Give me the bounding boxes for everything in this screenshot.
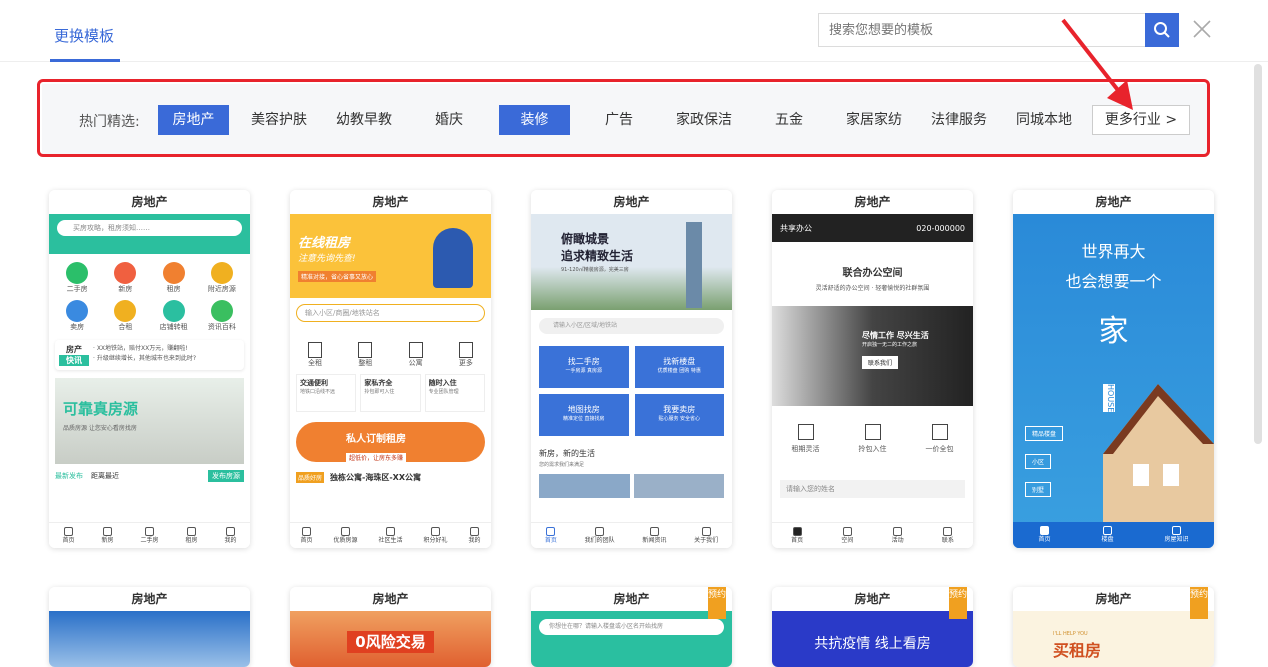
card-image: [49, 611, 250, 667]
icon-row: 全租 整租 公寓 更多: [290, 328, 491, 374]
card-search-bar: 请输入小区/区域/地铁站: [539, 318, 724, 334]
red-arrow-annotation: [1061, 18, 1133, 110]
card-title: 房地产: [290, 190, 491, 214]
card-banner: 在线租房 注意先询先查! 精准对接，省心省事又放心: [290, 214, 491, 298]
category-hardware[interactable]: 五金: [754, 105, 824, 135]
category-legal[interactable]: 法律服务: [924, 105, 994, 135]
card-nav: 首页 楼盘 房屋知识: [1013, 522, 1214, 548]
doc-icon: [210, 300, 233, 322]
template-card-1[interactable]: 房地产 买房攻略，租房须知…… 二手房 新房 租房 附近房源 卖房 合租 店铺转…: [49, 190, 250, 548]
card-image: I'LL HELP YOU 买租房: [1013, 611, 1214, 667]
office-image: 尽情工作 尽兴生活 开启独一无二的工作之旅 联系我们: [772, 306, 973, 406]
card-title: 房地产: [49, 190, 250, 214]
card-hero: 俯瞰城景 追求精致生活 91-120㎡精装房源，完美三房: [531, 214, 732, 310]
card-title: 房地产: [1013, 190, 1214, 214]
category-beauty[interactable]: 美容护肤: [244, 105, 314, 135]
card-nav: 首页 我们的团队 新闻资讯 关于我们: [531, 522, 732, 548]
photo-row: [531, 468, 732, 504]
card-header: 买房攻略，租房须知……: [49, 214, 250, 254]
card-title: 房地产: [1013, 587, 1214, 611]
template-card-7[interactable]: 房地产 0风险交易: [290, 587, 491, 667]
card-title: 房地产: [531, 587, 732, 611]
house-icon: [358, 342, 373, 358]
close-icon[interactable]: [1190, 17, 1214, 41]
rent-icon: [162, 262, 185, 284]
category-wedding[interactable]: 婚庆: [414, 105, 484, 135]
wallet-icon: [931, 424, 948, 440]
home-icon: [797, 424, 814, 440]
template-card-3[interactable]: 房地产 俯瞰城景 追求精致生活 91-120㎡精装房源，完美三房 请输入小区/区…: [531, 190, 732, 548]
section-title: 新房，新的生活: [539, 449, 595, 458]
house-icon: [66, 262, 89, 284]
tab-change-template[interactable]: 更换模板: [54, 25, 114, 46]
feature-row: 交通便利 地铁口沿线不远 家私齐全 拎包即可入住 随时入住 专业团队管理: [290, 374, 491, 412]
card-nav: 首页 空间 活动 联系: [772, 522, 973, 548]
card-title: 房地产: [772, 587, 973, 611]
template-card-10[interactable]: 房地产 预约 I'LL HELP YOU 买租房: [1013, 587, 1214, 667]
category-early-education[interactable]: 幼教早教: [329, 105, 399, 135]
category-decoration[interactable]: 装修: [499, 105, 570, 135]
card-search-bar: 买房攻略，租房须知……: [57, 220, 242, 236]
bottom-row: 最新发布 距离最近 发布房源: [49, 464, 250, 488]
promo-banner: 私人订制租房 超低价，让房东多赚: [296, 422, 485, 462]
card-title: 房地产: [49, 587, 250, 611]
card-hero: 世界再大 也会想要一个 家 HOUSE 精品楼盘 小区 别墅 首页 楼盘 房屋知识: [1013, 214, 1214, 548]
building-icon: [114, 262, 137, 284]
listing: 品质好房 独栋公寓-海珠区-XX公寓: [296, 472, 421, 483]
search-icon: [1154, 22, 1170, 38]
card-nav: 首页 新房 二手房 租房 我的: [49, 522, 250, 548]
share-icon: [114, 300, 137, 322]
template-card-2[interactable]: 房地产 在线租房 注意先询先查! 精准对接，省心省事又放心 输入小区/商圈/地铁…: [290, 190, 491, 548]
category-advertising[interactable]: 广告: [584, 105, 654, 135]
card-intro: 联合办公空间 灵活舒适的办公空间 · 轻奢愉悦的社群氛围: [815, 268, 930, 292]
template-card-4[interactable]: 房地产 共享办公 020-000000 联合办公空间 灵活舒适的办公空间 · 轻奢…: [772, 190, 973, 548]
banner-image: 可靠真房源 品质房源 让您安心看房找房: [55, 378, 244, 464]
building-icon: [308, 342, 323, 358]
template-card-6[interactable]: 房地产: [49, 587, 250, 667]
apartment-icon: [408, 342, 423, 358]
card-image: 你想住在哪？请输入楼盘或小区名开始找房: [531, 611, 732, 667]
card-nav: 首页 优质房源 社区生活 积分好礼 我的: [290, 522, 491, 548]
more-icon: [458, 342, 473, 358]
icon-grid: 二手房 新房 租房 附近房源 卖房 合租 店铺转租 资讯百科: [49, 254, 250, 340]
card-search-bar: 输入小区/商圈/地铁站名: [296, 304, 485, 322]
card-title: 房地产: [772, 190, 973, 214]
icon-row: 租期灵活 拎包入住 一价全包: [772, 406, 973, 462]
search-button[interactable]: [1145, 13, 1179, 47]
button-grid: 找二手房 一手房源 真房源 找新楼盘 优质楼盘 团购 特惠 地图找房 精准定位 直接找…: [531, 342, 732, 440]
template-card-5[interactable]: 房地产 世界再大 也会想要一个 家 HOUSE 精品楼盘 小区 别墅 首页 楼盘房…: [1013, 190, 1214, 548]
location-icon: [210, 262, 233, 284]
scrollbar[interactable]: [1254, 64, 1262, 444]
news-block: 房产 快讯 · XX地铁站，赔付XX万元，赚翻啦! · 升级继续增长，其他城市也来到…: [55, 340, 244, 370]
hot-picks-label: 热门精选:: [79, 114, 140, 130]
category-housekeeping[interactable]: 家政保洁: [669, 105, 739, 135]
card-title: 房地产: [290, 587, 491, 611]
category-real-estate[interactable]: 房地产: [158, 105, 229, 135]
shop-icon: [162, 300, 185, 322]
template-card-8[interactable]: 房地产 预约 你想住在哪？请输入楼盘或小区名开始找房: [531, 587, 732, 667]
section-subtitle: 您的需求我们来满足: [539, 462, 585, 468]
card-image: 共抗疫情 线上看房: [772, 611, 973, 667]
reserve-badge: 预约: [1190, 587, 1208, 619]
card-header: 共享办公 020-000000: [772, 214, 973, 242]
house-illustration: [1103, 384, 1214, 524]
person-illustration: [433, 228, 473, 288]
card-title: 房地产: [531, 190, 732, 214]
tag-icon: [66, 300, 89, 322]
tower-illustration: [686, 222, 702, 308]
name-input: 请输入您的姓名: [780, 480, 965, 498]
card-image: 0风险交易: [290, 611, 491, 667]
category-home-textile[interactable]: 家居家纺: [839, 105, 909, 135]
reserve-badge: 预约: [949, 587, 967, 619]
template-card-9[interactable]: 房地产 预约 共抗疫情 线上看房: [772, 587, 973, 667]
reserve-badge: 预约: [708, 587, 726, 619]
bag-icon: [864, 424, 881, 440]
tab-underline: [50, 59, 120, 62]
